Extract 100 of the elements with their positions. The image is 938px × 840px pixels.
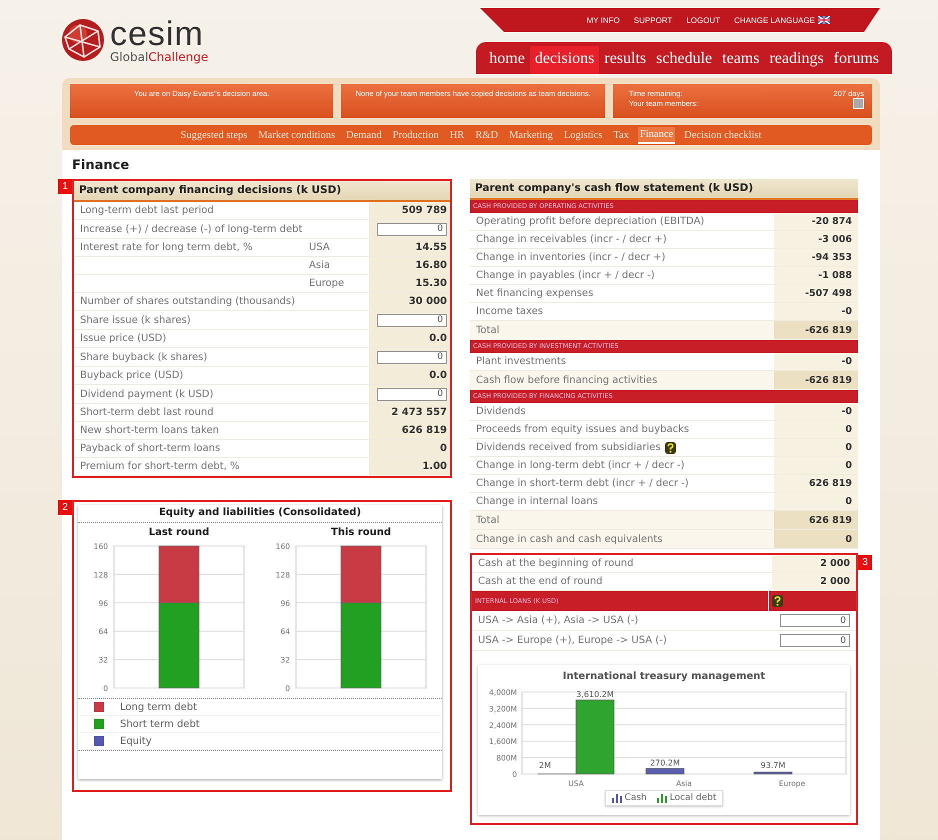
row-value: -20 874 — [774, 213, 858, 230]
annotation-marker: 3 — [858, 555, 872, 570]
row-label: Share buyback (k shares) — [80, 352, 208, 362]
region-label: Europe — [309, 278, 344, 289]
row-value: -507 498 — [774, 285, 858, 302]
number-input[interactable]: 0 — [377, 388, 447, 400]
row-value: -94 353 — [774, 249, 858, 266]
member-square-icon — [852, 98, 864, 109]
row-value: -1 088 — [774, 267, 858, 284]
row-label: Issue price (USD) — [80, 333, 166, 344]
number-input[interactable]: 0 — [377, 314, 447, 326]
sub-nav-link[interactable]: Market conditions — [256, 128, 338, 142]
table-header: Parent company financing decisions (k USD) — [74, 181, 450, 202]
row-value: 626 819 — [402, 425, 447, 436]
row-label: Dividend payment (k USD) — [80, 388, 214, 400]
sub-nav-link[interactable]: Production — [390, 128, 441, 142]
annotation-marker: 1 — [58, 179, 72, 194]
row-label: Operating profit before depreciation (EBITDA) — [476, 216, 704, 227]
row-label: Change in cash and cash equivalents — [476, 534, 663, 544]
row-label: Plant investments — [476, 356, 566, 367]
row-value: 0 — [774, 421, 858, 438]
row-label: Income taxes — [476, 306, 543, 317]
row-value: 2 000 — [772, 573, 856, 590]
sub-nav-link[interactable]: Demand — [344, 128, 384, 142]
row-label: USA -> Europe (+), Europe -> USA (-) — [478, 635, 667, 646]
row-label: Cash at the beginning of round — [478, 558, 634, 569]
row-label: Payback of short-term loans — [80, 443, 220, 454]
row-value: -0 — [774, 403, 858, 420]
flag-icon[interactable] — [818, 16, 830, 24]
sub-nav-link[interactable]: Logistics — [562, 128, 604, 142]
row-value: 0 — [774, 439, 858, 456]
chart-panel-title: Equity and liabilities (Consolidated) — [78, 505, 442, 523]
row-value: 0.0 — [429, 370, 447, 381]
sub-nav-link[interactable]: Suggested steps — [178, 128, 250, 142]
region-label: USA — [309, 242, 330, 253]
row-label: Dividends received from subsidiaries — [476, 442, 661, 453]
help-icon[interactable] — [772, 595, 783, 607]
row-value: -626 819 — [774, 321, 858, 339]
value-label: 270.2M — [650, 758, 680, 768]
logo-tagline: Global — [110, 50, 148, 64]
nav-tab[interactable]: readings — [764, 46, 829, 74]
top-link[interactable]: LOGOUT — [686, 16, 720, 24]
nav-tab[interactable]: decisions — [530, 46, 600, 74]
row-label: Change in payables (incr + / decr -) — [476, 270, 655, 281]
row-label: Total — [476, 514, 500, 526]
nav-tab[interactable]: results — [599, 46, 652, 74]
table-header: Parent company's cash flow statement (k USD) — [470, 179, 858, 200]
page-title: Finance — [72, 157, 130, 175]
row-label: Share issue (k shares) — [80, 314, 191, 326]
row-label: Change in inventories (incr - / decr +) — [476, 252, 666, 263]
row-value: 14.55 — [415, 242, 447, 253]
number-input[interactable]: 0 — [780, 614, 850, 627]
row-value: 2 000 — [772, 555, 856, 572]
sub-nav-link[interactable]: Tax — [611, 128, 631, 142]
row-value: 2 473 557 — [391, 407, 447, 418]
value-label: 93.7M — [760, 761, 786, 770]
row-value: -0 — [774, 353, 858, 370]
help-icon[interactable] — [664, 442, 676, 454]
row-label: Change in internal loans — [476, 496, 598, 507]
row-label: Net financing expenses — [476, 288, 594, 299]
nav-tab[interactable]: schedule — [651, 46, 718, 74]
row-value: 0 — [774, 493, 858, 510]
row-value: 16.80 — [415, 260, 447, 271]
row-value: 1.00 — [422, 461, 447, 472]
legend-label: Cash — [624, 793, 647, 803]
row-label: Long-term debt last period — [80, 205, 214, 216]
row-label: Change in long-term debt (incr + / decr -) — [476, 460, 685, 471]
sub-nav-link[interactable]: Decision checklist — [682, 128, 764, 142]
nav-tab[interactable]: forums — [828, 46, 884, 74]
logo-wordmark: cesim — [110, 17, 204, 51]
row-label: Interest rate for long term debt, % — [80, 242, 252, 253]
sub-nav-link[interactable]: R&D — [473, 128, 500, 142]
logo-tagline: Challenge — [148, 50, 208, 64]
top-link[interactable]: SUPPORT — [634, 16, 672, 24]
globe-logo-icon — [60, 17, 106, 63]
row-value: 0 — [774, 530, 858, 548]
sub-nav-link[interactable]: HR — [448, 128, 466, 142]
top-link[interactable]: MY INFO — [586, 16, 620, 24]
sub-nav-link[interactable]: Marketing — [507, 128, 555, 142]
row-value: 15.30 — [415, 278, 447, 289]
row-value: 626 819 — [774, 475, 858, 492]
nav-tab[interactable]: teams — [717, 46, 764, 74]
row-value: 0 — [440, 443, 447, 454]
legend-label: Equity — [120, 736, 152, 746]
top-link[interactable]: CHANGE LANGUAGE — [734, 16, 815, 24]
legend-label: Short term debt — [120, 718, 200, 730]
chart-title: This round — [331, 527, 391, 538]
chart-title: Last round — [148, 527, 210, 538]
row-label: Change in receivables (incr - / decr +) — [476, 234, 667, 245]
number-input[interactable]: 0 — [780, 634, 850, 647]
number-input[interactable]: 0 — [377, 222, 447, 236]
row-value: 509 789 — [402, 205, 447, 216]
legend-label: Local debt — [670, 793, 716, 803]
row-label: Change in short-term debt (incr + / decr -) — [476, 478, 689, 489]
row-value: 0 — [774, 457, 858, 474]
nav-tab[interactable]: home — [484, 46, 530, 74]
row-label: Increase (+) / decrease (-) of long-term debt — [80, 224, 302, 234]
row-value: -626 819 — [774, 371, 858, 389]
number-input[interactable]: 0 — [377, 350, 447, 364]
row-value: 0.0 — [429, 333, 447, 344]
